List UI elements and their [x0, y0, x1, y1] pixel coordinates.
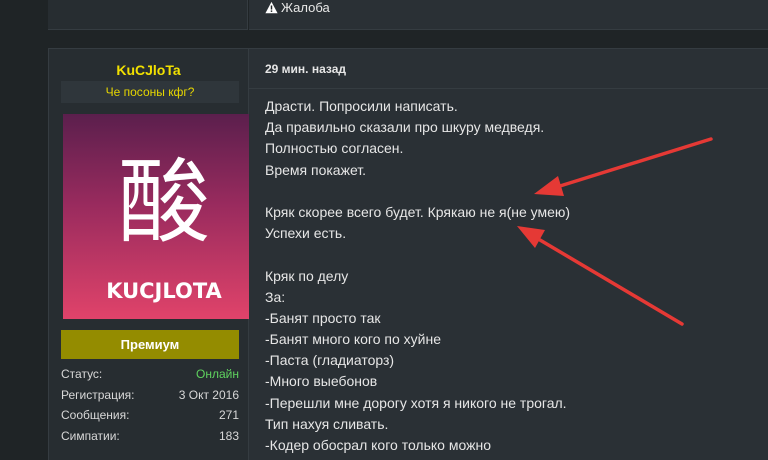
username[interactable]: KuCJloTa [49, 62, 248, 78]
stat-value: Онлайн [196, 367, 239, 381]
stat-label: Сообщения: [61, 408, 130, 422]
report-label: Жалоба [281, 0, 330, 15]
post-header: 29 мин. назад [249, 49, 768, 89]
user-title: Че посоны кфг? [61, 81, 239, 103]
message-line: Время покажет. [265, 161, 367, 178]
avatar[interactable]: 酸 KUCJLOTA [63, 114, 265, 319]
post-content: 29 мин. назад Драсти. Попросили написать… [249, 48, 768, 460]
message-line: -Перешли мне дорогу хотя я никого не тро… [265, 394, 567, 411]
stat-value: 183 [218, 428, 239, 443]
stat-label: Симпатии: [61, 428, 120, 443]
message-line: Да правильно сказали про шкуру медведя. [265, 119, 545, 136]
premium-badge[interactable]: Премиум [61, 330, 239, 359]
prev-post-sidebar [48, 0, 248, 30]
stat-value[interactable]: 271 [219, 405, 239, 426]
post-timestamp[interactable]: 29 мин. назад [265, 62, 346, 76]
post-message: Драсти. Попросили написать. Да правильно… [265, 96, 745, 456]
message-line: Успехи есть. [265, 225, 347, 242]
message-line: -Кодер обосрал кого только можно [265, 437, 491, 453]
warning-icon [265, 1, 278, 14]
message-line: Тип нахуя сливать. [265, 415, 389, 432]
report-link[interactable]: Жалоба [265, 0, 330, 15]
message-line: Кряк по делу [265, 267, 349, 284]
message-line: -Банят много кого по хуйне [265, 331, 442, 348]
message-line: Кряк скорее всего будет. Крякаю не я(не … [265, 203, 571, 220]
message-line [265, 181, 745, 202]
message-line: За: [265, 288, 286, 305]
message-line: -Паста (гладиаторз) [265, 352, 395, 369]
avatar-glyph: 酸 [118, 149, 210, 256]
stat-value: 3 Окт 2016 [178, 387, 239, 402]
stat-row-messages: Сообщения: 271 [61, 405, 239, 426]
message-line: Драсти. Попросили написать. [265, 98, 458, 114]
message-line: -Банят просто так [265, 309, 381, 326]
stat-row-registration: Регистрация: 3 Окт 2016 [61, 385, 239, 406]
user-stats: Статус: Онлайн Регистрация: 3 Окт 2016 С… [61, 364, 239, 446]
message-line: -Много выебонов [265, 373, 378, 390]
message-line [265, 244, 745, 265]
stat-row-likes: Симпатии: 183 [61, 426, 239, 447]
user-sidebar: KuCJloTa Че посоны кфг? 酸 KUCJLOTA Преми… [48, 48, 265, 460]
stat-label: Регистрация: [61, 387, 135, 402]
avatar-caption: KUCJLOTA [106, 279, 222, 303]
prev-post-footer: Жалоба [249, 0, 768, 30]
stat-row-status: Статус: Онлайн [61, 364, 239, 385]
stat-label: Статус: [61, 367, 103, 381]
message-line: Полностью согласен. [265, 140, 404, 157]
